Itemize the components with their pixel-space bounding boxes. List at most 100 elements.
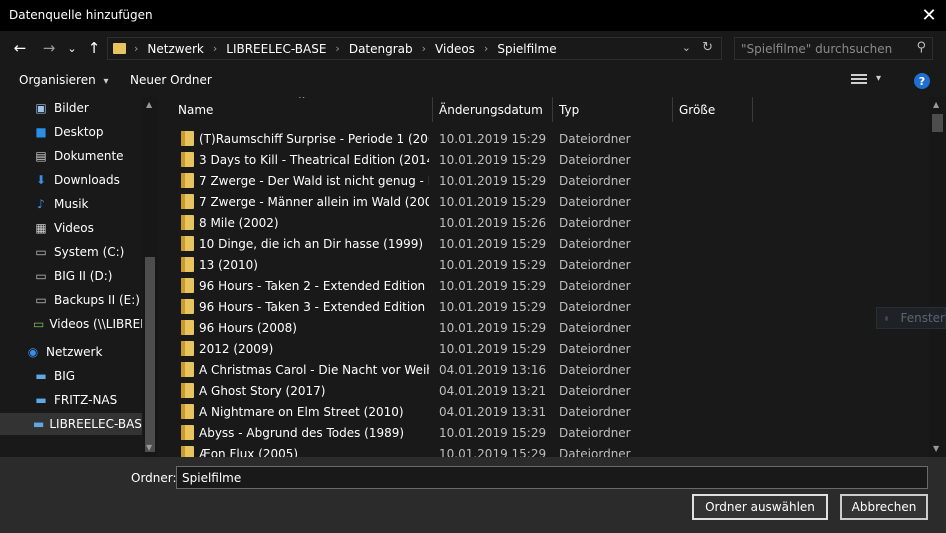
sidebar-scroll-thumb[interactable] [145,257,155,452]
sidebar-item[interactable]: ▬ BIG [0,365,142,387]
sidebar-item[interactable]: ▭ System (C:) [0,241,142,263]
scroll-up-icon[interactable]: ▲ [146,100,152,109]
file-list-scroll-thumb[interactable] [932,114,943,132]
scroll-down-icon[interactable]: ▼ [146,443,152,452]
file-row[interactable]: Æon Flux (2005) 10.01.2019 15:29 Dateiordn… [176,443,924,457]
view-details-icon[interactable] [851,74,867,86]
file-row[interactable]: 2012 (2009) 10.01.2019 15:29 Dateiordner [176,338,924,359]
file-row[interactable]: A Christmas Carol - Die Nacht vor Weihn.… [176,359,924,380]
sidebar-item[interactable]: ▬ FRITZ-NAS [0,389,142,411]
breadcrumb-separator-icon[interactable]: › [422,42,426,55]
breadcrumb-separator-icon[interactable]: › [484,42,488,55]
sidebar-scrollbar[interactable]: ▲ ▼ [143,97,158,457]
sidebar-item-label: LIBREELEC-BASE [49,417,142,431]
address-dropdown-icon[interactable]: ⌄ [682,41,691,54]
breadcrumb-datengrab[interactable]: Datengrab [349,42,413,56]
search-placeholder: "Spielfilme" durchsuchen [741,42,893,56]
file-row[interactable]: 13 (2010) 10.01.2019 15:29 Dateiordner [176,254,924,275]
breadcrumb-libreelec-base[interactable]: LIBREELEC-BASE [226,42,326,56]
sidebar-item[interactable]: ⬇ Downloads [0,169,142,191]
breadcrumb-netzwerk[interactable]: Netzwerk [147,42,203,56]
file-row[interactable]: A Nightmare on Elm Street (2010) 04.01.20… [176,401,924,422]
file-row[interactable]: 3 Days to Kill - Theatrical Edition (201… [176,149,924,170]
file-row[interactable]: 7 Zwerge - Männer allein im Wald (2004) 1… [176,191,924,212]
forward-arrow-icon[interactable]: → [39,37,59,59]
file-name: 2012 (2009) [199,341,274,356]
column-divider[interactable] [672,97,673,122]
folder-icon [181,152,194,167]
pictures-icon: ▣ [35,101,47,115]
file-type: Dateiordner [559,320,631,335]
search-box[interactable]: "Spielfilme" durchsuchen ⚲ [734,37,933,60]
close-icon[interactable]: ✕ [916,2,942,28]
sidebar-item[interactable]: ▤ Dokumente [0,145,142,167]
select-folder-button[interactable]: Ordner auswählen [692,494,828,520]
sidebar-item[interactable]: ▣ Bilder [0,97,142,119]
file-name: A Nightmare on Elm Street (2010) [199,404,404,419]
column-divider[interactable] [552,97,553,122]
breadcrumb-videos[interactable]: Videos [435,42,475,56]
address-bar[interactable]: › Netzwerk › LIBREELEC-BASE › Datengrab › V… [107,37,722,60]
folder-icon [181,194,194,209]
view-options-chevron-icon[interactable]: ▾ [876,73,881,84]
sidebar-item[interactable]: ▦ Videos [0,217,142,239]
breadcrumb-separator-icon: › [134,42,139,55]
file-row[interactable]: 8 Mile (2002) 10.01.2019 15:26 Dateiordner [176,212,924,233]
file-row[interactable]: 10 Dinge, die ich an Dir hasse (1999) 10.… [176,233,924,254]
folder-icon [181,236,194,251]
sidebar-item[interactable]: ▬ LIBREELEC-BASE [0,413,142,435]
breadcrumb-separator-icon[interactable]: › [213,42,217,55]
sidebar-item-label: Downloads [54,173,120,187]
file-list-scrollbar[interactable]: ▲ ▼ [929,97,946,457]
column-header-size[interactable]: Größe [679,97,715,122]
breadcrumb-spielfilme[interactable]: Spielfilme [497,42,556,56]
file-name: 3 Days to Kill - Theatrical Edition (201… [199,152,429,167]
system-drive-icon: ▭ [35,245,47,259]
column-divider[interactable] [752,97,753,122]
column-divider[interactable] [432,97,433,122]
sidebar-item[interactable]: ▭ Videos (\\LIBREE [0,313,142,335]
sidebar-item[interactable]: ♪ Musik [0,193,142,215]
file-name: 10 Dinge, die ich an Dir hasse (1999) [199,236,424,251]
search-icon[interactable]: ⚲ [916,40,926,55]
scroll-up-icon[interactable]: ▲ [933,100,939,109]
sidebar-item[interactable]: ■ Desktop [0,121,142,143]
scroll-down-icon[interactable]: ▼ [933,444,939,453]
file-row[interactable]: 96 Hours - Taken 3 - Extended Edition (2… [176,296,924,317]
file-type: Dateiordner [559,404,631,419]
sidebar-item-label: Bilder [54,101,89,115]
file-date: 10.01.2019 15:29 [439,131,547,146]
file-row[interactable]: Abyss - Abgrund des Todes (1989) 10.01.20… [176,422,924,443]
sidebar-item-label: FRITZ-NAS [54,393,118,407]
sidebar-item[interactable]: ◉ Netzwerk [0,341,142,363]
organize-button[interactable]: Organisieren ▾ [19,73,109,87]
cancel-button[interactable]: Abbrechen [840,494,928,520]
computer-icon: ▬ [35,369,47,383]
new-folder-button[interactable]: Neuer Ordner [130,73,212,87]
folder-field-label: Ordner: [131,471,177,485]
folder-icon [181,299,194,314]
column-header-date[interactable]: Änderungsdatum [439,97,543,122]
file-row[interactable]: A Ghost Story (2017) 04.01.2019 13:21 Date… [176,380,924,401]
back-arrow-icon[interactable]: ← [10,37,30,59]
file-row[interactable]: 96 Hours - Taken 2 - Extended Edition (2… [176,275,924,296]
refresh-icon[interactable]: ↻ [702,40,713,55]
folder-input[interactable] [176,466,928,489]
file-type: Dateiordner [559,446,631,458]
folder-icon [181,446,194,457]
sidebar-item[interactable]: ▭ BIG II (D:) [0,265,142,287]
column-header-name[interactable]: Name [178,97,213,122]
folder-icon [113,43,126,54]
up-arrow-icon[interactable]: ↑ [84,37,104,59]
help-icon[interactable]: ? [914,73,930,89]
breadcrumb-separator-icon[interactable]: › [335,42,339,55]
sidebar-item[interactable]: ▭ Backups II (E:) [0,289,142,311]
recent-locations-chevron-icon[interactable]: ⌄ [66,37,78,59]
file-row[interactable]: (T)Raumschiff Surprise - Periode 1 (2004… [176,128,924,149]
column-header-type[interactable]: Typ [559,97,579,122]
window-title: Datenquelle hinzufügen [9,8,153,22]
file-row[interactable]: 96 Hours (2008) 10.01.2019 15:29 Dateiordn… [176,317,924,338]
videos-icon: ▦ [35,221,47,235]
file-row[interactable]: 7 Zwerge - Der Wald ist nicht genug - Ex… [176,170,924,191]
command-toolbar: Organisieren ▾ Neuer Ordner ▾ ? [0,65,946,97]
